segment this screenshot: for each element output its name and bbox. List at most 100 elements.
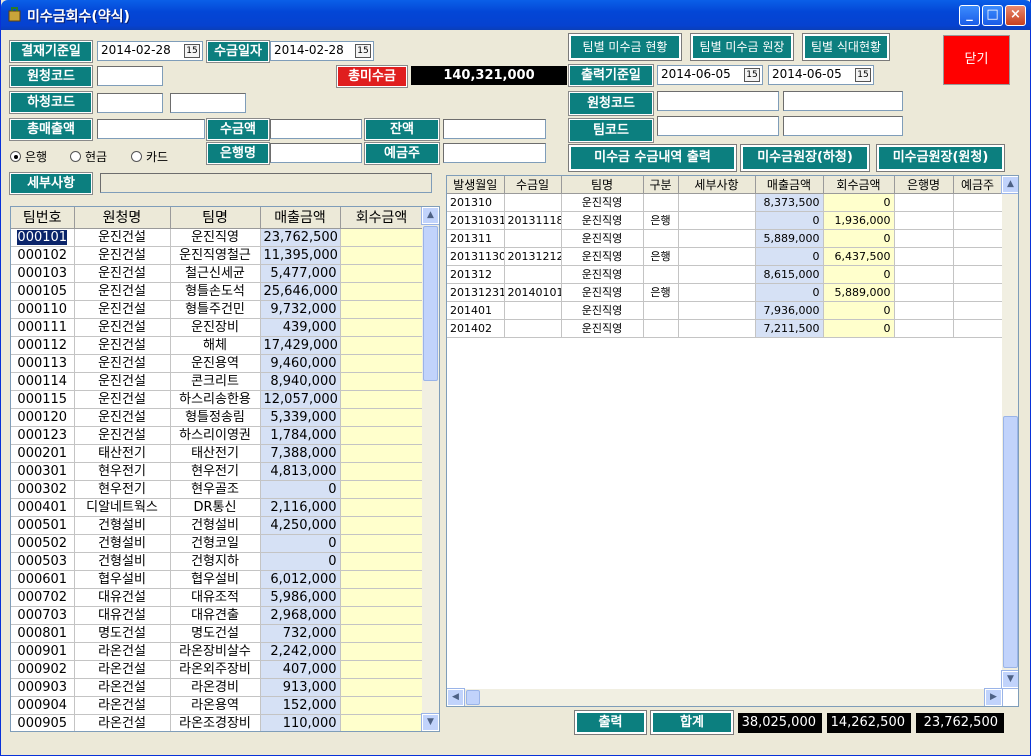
table-row[interactable]: 000114 운진건설 콘크리트 8,940,000 bbox=[11, 372, 424, 391]
table-cell[interactable] bbox=[894, 193, 954, 212]
table-row[interactable]: 20131031 20131118 운진직영 은행 0 1,936,000 bbox=[447, 211, 1003, 230]
unpaid-ledger-sub-button[interactable]: 미수금원장(하청) bbox=[740, 144, 870, 172]
table-cell[interactable]: 0 bbox=[755, 283, 824, 302]
table-cell[interactable]: 7,211,500 bbox=[755, 319, 824, 338]
table-cell[interactable]: 건형지하 bbox=[170, 552, 261, 571]
table-cell[interactable]: 건형설비 bbox=[170, 516, 261, 535]
table-row[interactable]: 000113 운진건설 운진용역 9,460,000 bbox=[11, 354, 424, 373]
column-header[interactable]: 매출금액 bbox=[260, 207, 341, 229]
team-sales-table[interactable]: 팀번호 원청명 팀명 매출금액 회수금액 000101 운진건설 운진직영 23,76… bbox=[10, 206, 440, 732]
column-header[interactable]: 은행명 bbox=[894, 176, 954, 194]
payment-radio-cash[interactable]: 현금 bbox=[70, 148, 107, 165]
table-cell[interactable] bbox=[504, 265, 562, 284]
table-cell[interactable]: 000902 bbox=[11, 660, 75, 679]
table-cell[interactable] bbox=[340, 552, 424, 571]
table-cell[interactable]: 407,000 bbox=[260, 660, 341, 679]
table-cell[interactable]: 은행 bbox=[643, 283, 679, 302]
table-cell[interactable]: 7,936,000 bbox=[755, 301, 824, 320]
table-row[interactable]: 000601 협우설비 협우설비 6,012,000 bbox=[11, 570, 424, 589]
column-header[interactable]: 회수금액 bbox=[823, 176, 895, 194]
table-cell[interactable]: 현우전기 bbox=[170, 462, 261, 481]
table-cell[interactable]: 23,762,500 bbox=[260, 228, 341, 247]
table-cell[interactable]: 110,000 bbox=[260, 714, 341, 731]
table-cell[interactable]: 디알네트웍스 bbox=[74, 498, 171, 517]
table-cell[interactable]: 운진직영 bbox=[561, 265, 644, 284]
table-cell[interactable] bbox=[340, 264, 424, 283]
payment-radio-card[interactable]: 카드 bbox=[131, 148, 168, 165]
table-row[interactable]: 000102 운진건설 운진직영철근 11,395,000 bbox=[11, 246, 424, 265]
table-cell[interactable]: 000401 bbox=[11, 498, 75, 517]
column-header[interactable]: 회수금액 bbox=[340, 207, 424, 229]
table-cell[interactable] bbox=[678, 301, 756, 320]
table-cell[interactable]: 20131130 bbox=[447, 247, 505, 266]
table-cell[interactable]: 12,057,000 bbox=[260, 390, 341, 409]
table-cell[interactable] bbox=[340, 480, 424, 499]
table-cell[interactable]: 협우설비 bbox=[74, 570, 171, 589]
calendar-icon[interactable]: 15 bbox=[855, 68, 871, 82]
table-cell[interactable] bbox=[894, 211, 954, 230]
table-cell[interactable]: 000123 bbox=[11, 426, 75, 445]
detail-input[interactable] bbox=[100, 173, 432, 193]
table-cell[interactable] bbox=[340, 390, 424, 409]
table-cell[interactable]: 라온경비 bbox=[170, 678, 261, 697]
table-cell[interactable]: 운진건설 bbox=[74, 300, 171, 319]
table-cell[interactable]: 운진건설 bbox=[74, 282, 171, 301]
table-cell[interactable]: 0 bbox=[260, 552, 341, 571]
table-cell[interactable]: 운진건설 bbox=[74, 336, 171, 355]
table-row[interactable]: 20131231 20140101 운진직영 은행 0 5,889,000 bbox=[447, 283, 1003, 302]
table-cell[interactable]: 000102 bbox=[11, 246, 75, 265]
table-cell[interactable]: 운진건설 bbox=[74, 354, 171, 373]
table-cell[interactable]: 6,437,500 bbox=[823, 247, 895, 266]
table-cell[interactable] bbox=[340, 300, 424, 319]
calendar-icon[interactable]: 15 bbox=[355, 44, 371, 58]
table-cell[interactable]: 형틀손도석 bbox=[170, 282, 261, 301]
table-cell[interactable]: 5,986,000 bbox=[260, 588, 341, 607]
table-cell[interactable]: 0 bbox=[823, 265, 895, 284]
table-cell[interactable]: 20140101 bbox=[504, 283, 562, 302]
table-row[interactable]: 000902 라온건설 라온외주장비 407,000 bbox=[11, 660, 424, 679]
table-cell[interactable]: 201311 bbox=[447, 229, 505, 248]
column-header[interactable]: 구분 bbox=[643, 176, 679, 194]
table-cell[interactable] bbox=[340, 444, 424, 463]
table-cell[interactable] bbox=[678, 283, 756, 302]
table-cell[interactable]: 현우전기 bbox=[74, 462, 171, 481]
table-cell[interactable] bbox=[340, 318, 424, 337]
table-cell[interactable] bbox=[643, 193, 679, 212]
table-cell[interactable]: 콘크리트 bbox=[170, 372, 261, 391]
table-cell[interactable]: 000905 bbox=[11, 714, 75, 731]
table-cell[interactable]: 은행 bbox=[643, 211, 679, 230]
table-cell[interactable]: 라온건설 bbox=[74, 642, 171, 661]
table-cell[interactable] bbox=[678, 247, 756, 266]
table-cell[interactable]: 000101 bbox=[11, 228, 75, 247]
table-cell[interactable] bbox=[953, 193, 1003, 212]
table-cell[interactable]: 라온건설 bbox=[74, 678, 171, 697]
table-row[interactable]: 000110 운진건설 형틀주건민 9,732,000 bbox=[11, 300, 424, 319]
table-cell[interactable]: 000703 bbox=[11, 606, 75, 625]
title-bar[interactable]: 미수금회수(약식) _ □ × bbox=[1, 0, 1031, 30]
table-cell[interactable]: 운진건설 bbox=[74, 408, 171, 427]
table-cell[interactable]: 000114 bbox=[11, 372, 75, 391]
table-cell[interactable]: 운진직영 bbox=[561, 301, 644, 320]
table-cell[interactable] bbox=[678, 229, 756, 248]
table-cell[interactable] bbox=[953, 301, 1003, 320]
table-cell[interactable]: 운진건설 bbox=[74, 264, 171, 283]
table-cell[interactable]: 운진직영철근 bbox=[170, 246, 261, 265]
table-cell[interactable] bbox=[894, 283, 954, 302]
unpaid-ledger-main-button[interactable]: 미수금원장(원청) bbox=[876, 144, 1005, 172]
table-cell[interactable]: 000105 bbox=[11, 282, 75, 301]
minimize-button[interactable]: _ bbox=[959, 5, 980, 26]
table-cell[interactable]: 해체 bbox=[170, 336, 261, 355]
table-cell[interactable] bbox=[340, 462, 424, 481]
scroll-down-icon[interactable]: ▼ bbox=[1001, 670, 1018, 689]
table-row[interactable]: 000103 운진건설 철근신세균 5,477,000 bbox=[11, 264, 424, 283]
scroll-left-icon[interactable]: ◀ bbox=[447, 688, 465, 706]
table-cell[interactable] bbox=[340, 696, 424, 715]
table-cell[interactable]: 2,242,000 bbox=[260, 642, 341, 661]
table-cell[interactable]: 건형설비 bbox=[74, 552, 171, 571]
table-cell[interactable]: 17,429,000 bbox=[260, 336, 341, 355]
table-cell[interactable]: 000501 bbox=[11, 516, 75, 535]
calendar-icon[interactable]: 15 bbox=[184, 44, 200, 58]
table-cell[interactable] bbox=[678, 319, 756, 338]
table-cell[interactable]: 철근신세균 bbox=[170, 264, 261, 283]
table-cell[interactable]: 201401 bbox=[447, 301, 505, 320]
